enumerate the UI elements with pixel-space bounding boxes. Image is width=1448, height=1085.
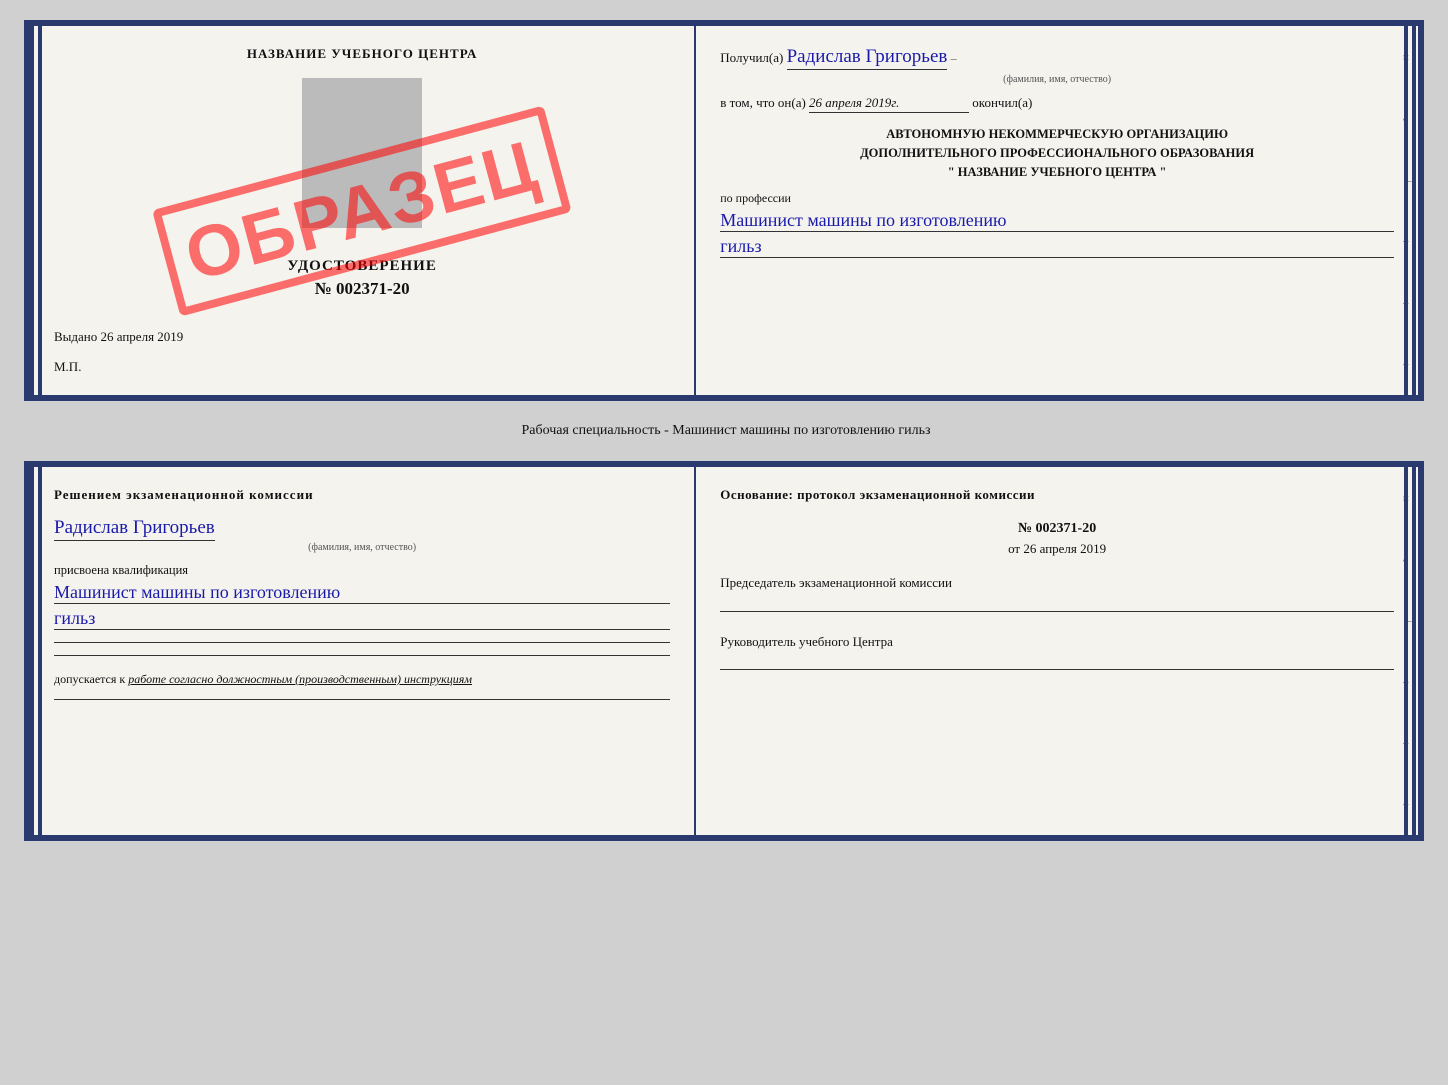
rukovoditel-label: Руководитель учебного Центра	[720, 632, 1394, 652]
rukovoditel-sign-line	[720, 669, 1394, 670]
specialty-label: Рабочая специальность - Машинист машины …	[517, 423, 930, 439]
vtom-suffix: окончил(а)	[972, 95, 1032, 110]
protocol-date-value: 26 апреля 2019	[1023, 541, 1106, 556]
cert-label: УДОСТОВЕРЕНИЕ	[54, 258, 670, 275]
допускается-line: допускается к работе согласно должностны…	[54, 672, 670, 687]
org-line3: " НАЗВАНИЕ УЧЕБНОГО ЦЕНТРА "	[720, 163, 1394, 182]
top-fio-sub: (фамилия, имя, отчество)	[720, 74, 1394, 85]
org-line2: ДОПОЛНИТЕЛЬНОГО ПРОФЕССИОНАЛЬНОГО ОБРАЗО…	[720, 144, 1394, 163]
profession-name-line2: гильз	[720, 236, 1394, 258]
mp-line: М.П.	[54, 359, 670, 375]
chairman-label: Председатель экзаменационной комиссии	[720, 573, 1394, 593]
bottom-doc-right: Основание: протокол экзаменационной коми…	[696, 467, 1418, 835]
допускается-prefix: допускается к	[54, 672, 125, 686]
qual-line1: Машинист машины по изготовлению	[54, 582, 670, 604]
vtom-line: в том, что он(а) 26 апреля 2019г. окончи…	[720, 95, 1394, 113]
top-doc-left: НАЗВАНИЕ УЧЕБНОГО ЦЕНТРА УДОСТОВЕРЕНИЕ №…	[30, 26, 696, 395]
osnov-title: Основание: протокол экзаменационной коми…	[720, 487, 1394, 503]
bottom-doc-left: Решением экзаменационной комиссии Радисл…	[30, 467, 696, 835]
bottom-document: Решением экзаменационной комиссии Радисл…	[24, 461, 1424, 841]
protocol-date-prefix: от	[1008, 541, 1020, 556]
empty-line-3	[54, 699, 670, 700]
protocol-number: № 002371-20	[720, 521, 1394, 537]
допускается-link: работе согласно должностным (производств…	[128, 672, 472, 686]
received-prefix: Получил(а)	[720, 50, 783, 65]
issued-date: 26 апреля 2019	[101, 329, 184, 344]
right-border-texture	[1404, 26, 1418, 395]
issued-line: Выдано 26 апреля 2019	[54, 329, 670, 345]
bottom-right-border-texture	[1404, 467, 1418, 835]
cert-number: № 002371-20	[54, 279, 670, 299]
protocol-date: от 26 апреля 2019	[720, 541, 1394, 557]
bottom-fio-sub: (фамилия, имя, отчество)	[54, 542, 670, 553]
decision-title: Решением экзаменационной комиссии	[54, 487, 670, 503]
top-doc-right: Получил(а) Радислав Григорьев – (фамилия…	[696, 26, 1418, 395]
chairman-sign-line	[720, 611, 1394, 612]
assigned-label: присвоена квалификация	[54, 563, 670, 578]
org-line1: АВТОНОМНУЮ НЕКОММЕРЧЕСКУЮ ОРГАНИЗАЦИЮ	[720, 125, 1394, 144]
photo-placeholder	[302, 78, 422, 228]
issued-prefix: Выдано	[54, 329, 97, 344]
vtom-prefix: в том, что он(а)	[720, 95, 806, 110]
profession-name-line1: Машинист машины по изготовлению	[720, 210, 1394, 232]
org-block: АВТОНОМНУЮ НЕКОММЕРЧЕСКУЮ ОРГАНИЗАЦИЮ ДО…	[720, 125, 1394, 181]
received-line: Получил(а) Радислав Григорьев –	[720, 46, 1394, 70]
qual-line2: гильз	[54, 608, 670, 630]
vtom-date: 26 апреля 2019г.	[809, 95, 969, 113]
top-document: НАЗВАНИЕ УЧЕБНОГО ЦЕНТРА УДОСТОВЕРЕНИЕ №…	[24, 20, 1424, 401]
top-left-title: НАЗВАНИЕ УЧЕБНОГО ЦЕНТРА	[54, 46, 670, 62]
profession-label: по профессии	[720, 191, 1394, 206]
received-name: Радислав Григорьев	[787, 46, 948, 70]
empty-line-1	[54, 642, 670, 643]
bottom-person-name: Радислав Григорьев	[54, 517, 215, 541]
empty-line-2	[54, 655, 670, 656]
